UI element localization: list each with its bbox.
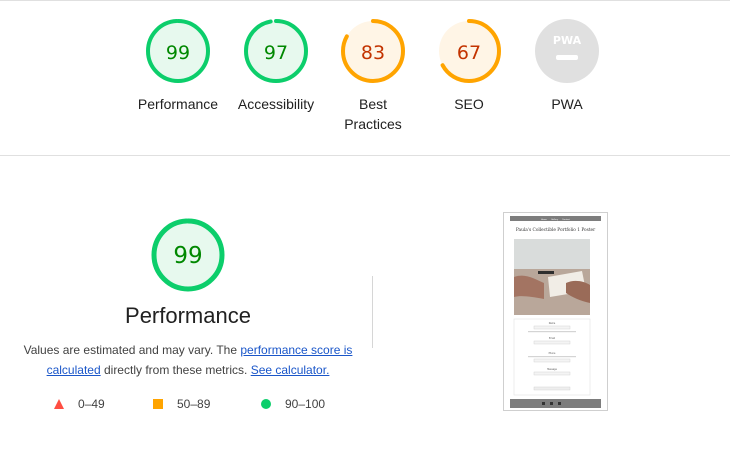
legend-pass-label: 90–100 xyxy=(285,397,326,411)
thumb-label-email: Email xyxy=(549,337,555,340)
gauge-best-practices[interactable]: 83 Best Practices xyxy=(318,18,428,134)
see-calculator-link[interactable]: See calculator. xyxy=(251,363,330,377)
gauge-seo[interactable]: 67 SEO xyxy=(414,18,524,114)
section-divider xyxy=(0,155,730,156)
performance-detail-gauge: 99 xyxy=(151,218,225,292)
thumb-nav-contact: Contact xyxy=(562,218,570,221)
seo-gauge-ring: 67 xyxy=(437,19,501,83)
thumb-label-name: Name xyxy=(549,322,556,325)
triangle-icon xyxy=(54,399,64,409)
legend-fail-label: 0–49 xyxy=(78,397,105,411)
thumb-label-phone: Phone xyxy=(549,352,556,355)
accessibility-score: 97 xyxy=(264,42,288,64)
best-practices-label-line1: Best xyxy=(358,96,387,112)
thumb-label-message: Message xyxy=(547,368,557,371)
thumb-nav-home: Home xyxy=(541,219,548,221)
legend-average: 50–89 xyxy=(153,397,210,411)
performance-description: Values are estimated and may vary. The p… xyxy=(20,340,356,380)
performance-title: Performance xyxy=(125,303,251,328)
accessibility-label: Accessibility xyxy=(237,96,315,112)
top-divider xyxy=(0,0,730,1)
legend-pass: 90–100 xyxy=(261,397,325,411)
seo-label: SEO xyxy=(454,96,484,112)
best-practices-label-line2: Practices xyxy=(344,116,402,132)
thumb-page-title: Paula's Collectible Portfolio 1 Poster xyxy=(516,228,596,233)
best-practices-score: 83 xyxy=(361,42,385,64)
pwa-dash-icon xyxy=(556,55,578,60)
circle-icon xyxy=(261,399,271,409)
final-screenshot-image: Home Gallery Contact Paula's Collectible… xyxy=(510,216,601,408)
vertical-divider xyxy=(372,276,373,348)
gauge-performance[interactable]: 99 Performance xyxy=(123,18,233,114)
performance-gauge-ring: 99 xyxy=(146,19,210,83)
performance-label: Performance xyxy=(137,96,219,112)
legend-average-label: 50–89 xyxy=(177,397,211,411)
best-practices-label: Best Practices xyxy=(318,94,428,134)
performance-detail-score: 99 xyxy=(173,243,202,269)
gauge-accessibility[interactable]: 97 Accessibility xyxy=(221,18,331,114)
thumb-nav-gallery: Gallery xyxy=(551,218,559,221)
best-practices-gauge-ring: 83 xyxy=(341,19,405,83)
pwa-label: PWA xyxy=(551,96,583,112)
square-icon xyxy=(153,399,163,409)
score-legend: 0–49 50–89 90–100 xyxy=(0,397,376,413)
desc-middle: directly from these metrics. xyxy=(100,363,251,377)
performance-score: 99 xyxy=(166,42,190,64)
desc-prefix: Values are estimated and may vary. The xyxy=(23,343,241,357)
final-screenshot[interactable]: Home Gallery Contact Paula's Collectible… xyxy=(503,212,608,411)
accessibility-gauge-ring: 97 xyxy=(244,19,308,83)
legend-fail: 0–49 xyxy=(54,397,105,411)
gauge-pwa[interactable]: PWA PWA xyxy=(512,18,622,114)
seo-score: 67 xyxy=(457,42,481,64)
pwa-badge-icon: PWA xyxy=(535,19,599,83)
thumb-footer xyxy=(510,399,601,408)
pwa-badge-text: PWA xyxy=(553,34,582,47)
